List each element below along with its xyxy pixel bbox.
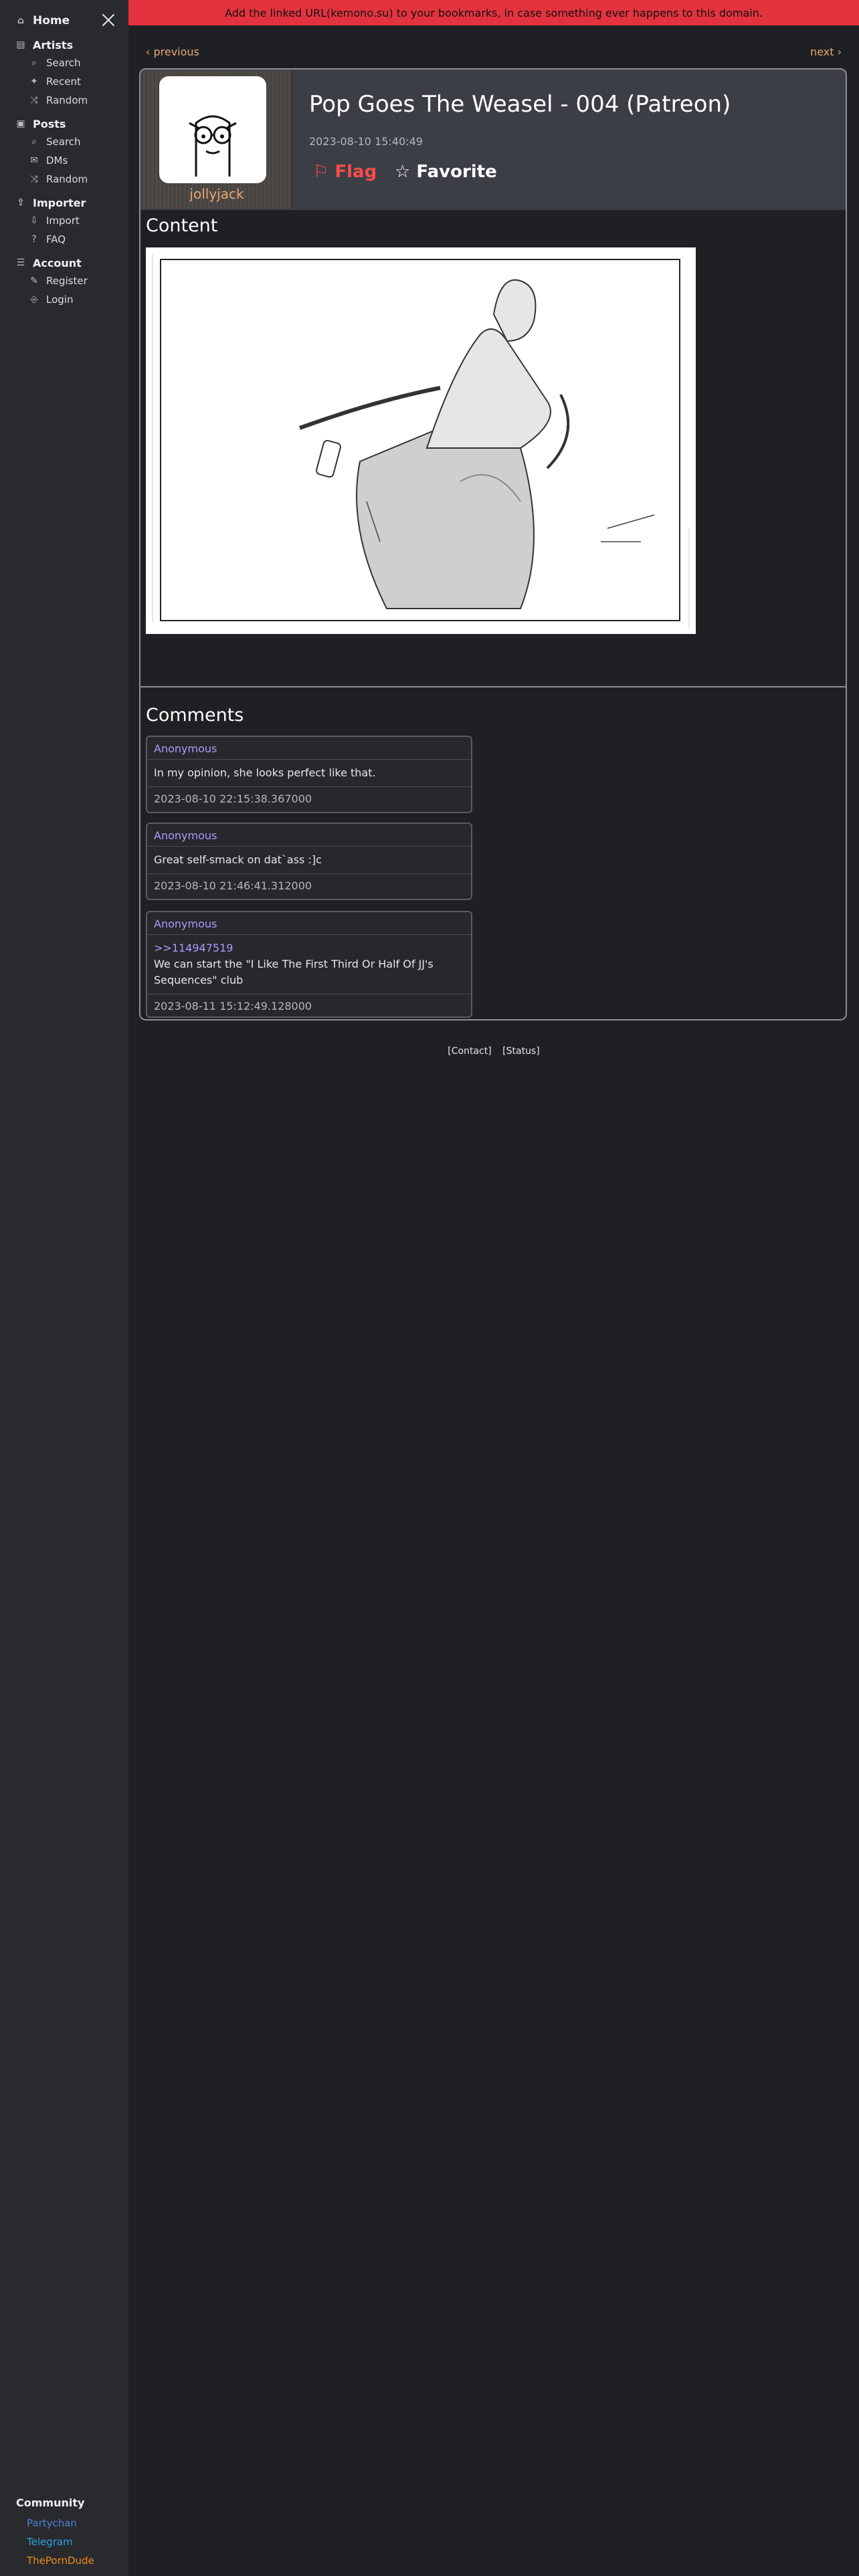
search-icon: ⌕ xyxy=(31,136,37,147)
random-icon: ⤨ xyxy=(30,174,38,185)
previous-link[interactable]: ‹ previous xyxy=(146,45,199,58)
artist-name[interactable]: jollyjack xyxy=(142,186,292,202)
sidebar-item-label: Recent xyxy=(46,76,81,88)
comment-date: 2023-08-10 22:15:38.367000 xyxy=(154,792,312,805)
post-published-date: 2023-08-10 15:40:49 xyxy=(309,135,423,148)
community-title: Community xyxy=(16,2496,85,2509)
community-link-theporndude[interactable]: ThePornDude xyxy=(16,2551,123,2570)
divider xyxy=(140,686,846,687)
sidebar-nav: ⌂ Home ▤ Artists ⌕ Search ✦ Recent ⤨ Random ▣ Pos… xyxy=(0,11,128,309)
comment-author[interactable]: Anonymous xyxy=(147,912,471,935)
sidebar-section-artists: ▤ Artists xyxy=(0,36,128,53)
home-icon: ⌂ xyxy=(17,15,25,26)
sidebar-item-label: Search xyxy=(46,57,81,69)
favorite-label: Favorite xyxy=(416,162,497,182)
footer: [Contact] [Status] xyxy=(128,1046,859,1057)
community-link-partychan[interactable]: Partychan xyxy=(16,2514,123,2533)
post-card: jollyjack Pop Goes The Weasel - 004 (Pat… xyxy=(139,68,847,1021)
sidebar-home[interactable]: ⌂ Home xyxy=(0,11,128,31)
comment-text: We can start the "I Like The First Third… xyxy=(154,958,434,986)
sidebar-item-label: Import xyxy=(46,215,80,227)
bookmark-banner: Add the linked URL(kemono.su) to your bo… xyxy=(128,0,859,25)
sidebar-item-label: Search xyxy=(46,136,81,148)
register-icon: ✎ xyxy=(30,276,38,286)
sidebar-section-posts: ▣ Posts xyxy=(0,115,128,132)
faq-icon: ? xyxy=(31,234,37,245)
sidebar-item-label: Register xyxy=(46,275,88,287)
search-icon: ⌕ xyxy=(31,58,37,68)
import-icon: ⇩ xyxy=(30,215,38,226)
star-icon: ☆ xyxy=(395,162,411,182)
community-link-telegram[interactable]: Telegram xyxy=(16,2533,123,2551)
sidebar-item-import[interactable]: ⇩ Import xyxy=(0,211,128,230)
sidebar-item-recent[interactable]: ✦ Recent xyxy=(0,72,128,91)
comment-card: Anonymous Great self-smack on dat`ass :]… xyxy=(146,823,472,900)
status-link[interactable]: [Status] xyxy=(502,1046,540,1057)
sidebar-item-label: Random xyxy=(46,173,88,185)
artist-banner[interactable]: jollyjack xyxy=(142,71,292,209)
contact-link[interactable]: [Contact] xyxy=(448,1046,491,1057)
sidebar-section-account: ☰ Account xyxy=(0,254,128,272)
sidebar-item-register[interactable]: ✎ Register xyxy=(0,272,128,290)
comment-body: >>114947519 We can start the "I Like The… xyxy=(147,935,471,994)
sidebar-item-label: Login xyxy=(46,294,74,306)
sidebar-item-login[interactable]: ⎆ Login xyxy=(0,290,128,309)
dm-icon: ✉ xyxy=(30,155,38,166)
content-heading: Content xyxy=(146,215,218,236)
comment-body: Great self-smack on dat`ass :]c xyxy=(147,847,471,874)
comment-author[interactable]: Anonymous xyxy=(147,824,471,847)
importer-icon: ⇪ xyxy=(17,197,25,208)
comment-card: Anonymous In my opinion, she looks perfe… xyxy=(146,736,472,813)
posts-icon: ▣ xyxy=(16,118,25,129)
sidebar-item-random[interactable]: ⤨ Random xyxy=(0,91,128,110)
sidebar-item-label: Random xyxy=(46,94,88,106)
sidebar-item-random[interactable]: ⤨ Random xyxy=(0,170,128,189)
avatar[interactable] xyxy=(159,76,266,183)
login-icon: ⎆ xyxy=(30,294,38,305)
comment-reply-link[interactable]: >>114947519 xyxy=(154,940,464,956)
post-title: Pop Goes The Weasel - 004 (Patreon) xyxy=(309,91,731,118)
next-link[interactable]: next › xyxy=(810,45,842,58)
random-icon: ⤨ xyxy=(30,95,38,106)
sidebar-section-label: Account xyxy=(33,256,82,270)
sidebar-item-label: FAQ xyxy=(46,233,66,245)
artists-icon: ▤ xyxy=(16,39,25,50)
sidebar-section-label: Artists xyxy=(33,38,74,51)
comment-card: Anonymous >>114947519 We can start the "… xyxy=(146,911,472,1018)
comment-date: 2023-08-11 15:12:49.128000 xyxy=(154,1000,312,1012)
sparkle-icon: ✦ xyxy=(30,76,38,87)
sidebar-item-dms[interactable]: ✉ DMs xyxy=(0,151,128,170)
sidebar-item-search[interactable]: ⌕ Search xyxy=(0,132,128,151)
sidebar-item-label: DMs xyxy=(46,154,68,167)
comment-date: 2023-08-10 21:46:41.312000 xyxy=(154,879,312,892)
sidebar: ⌂ Home ▤ Artists ⌕ Search ✦ Recent ⤨ Random ▣ Pos… xyxy=(0,0,128,2576)
sidebar-section-label: Importer xyxy=(33,196,86,209)
comments-heading: Comments xyxy=(146,705,244,726)
flag-button[interactable]: ⚐ Flag xyxy=(313,162,377,182)
post-header: jollyjack Pop Goes The Weasel - 004 (Pat… xyxy=(140,70,846,210)
flag-icon: ⚐ xyxy=(313,162,329,182)
flag-label: Flag xyxy=(335,162,377,182)
post-image[interactable] xyxy=(146,247,696,634)
sidebar-section-importer: ⇪ Importer xyxy=(0,194,128,211)
sidebar-section-label: Posts xyxy=(33,117,66,130)
community-section: Community Partychan Telegram ThePornDude xyxy=(16,2496,123,2570)
sidebar-item-faq[interactable]: ? FAQ xyxy=(0,230,128,249)
sidebar-home-label: Home xyxy=(33,14,70,27)
favorite-button[interactable]: ☆ Favorite xyxy=(395,162,497,182)
comment-body: In my opinion, she looks perfect like th… xyxy=(147,760,471,787)
sidebar-item-search[interactable]: ⌕ Search xyxy=(0,53,128,72)
account-icon: ☰ xyxy=(16,257,25,268)
comment-author[interactable]: Anonymous xyxy=(147,737,471,760)
